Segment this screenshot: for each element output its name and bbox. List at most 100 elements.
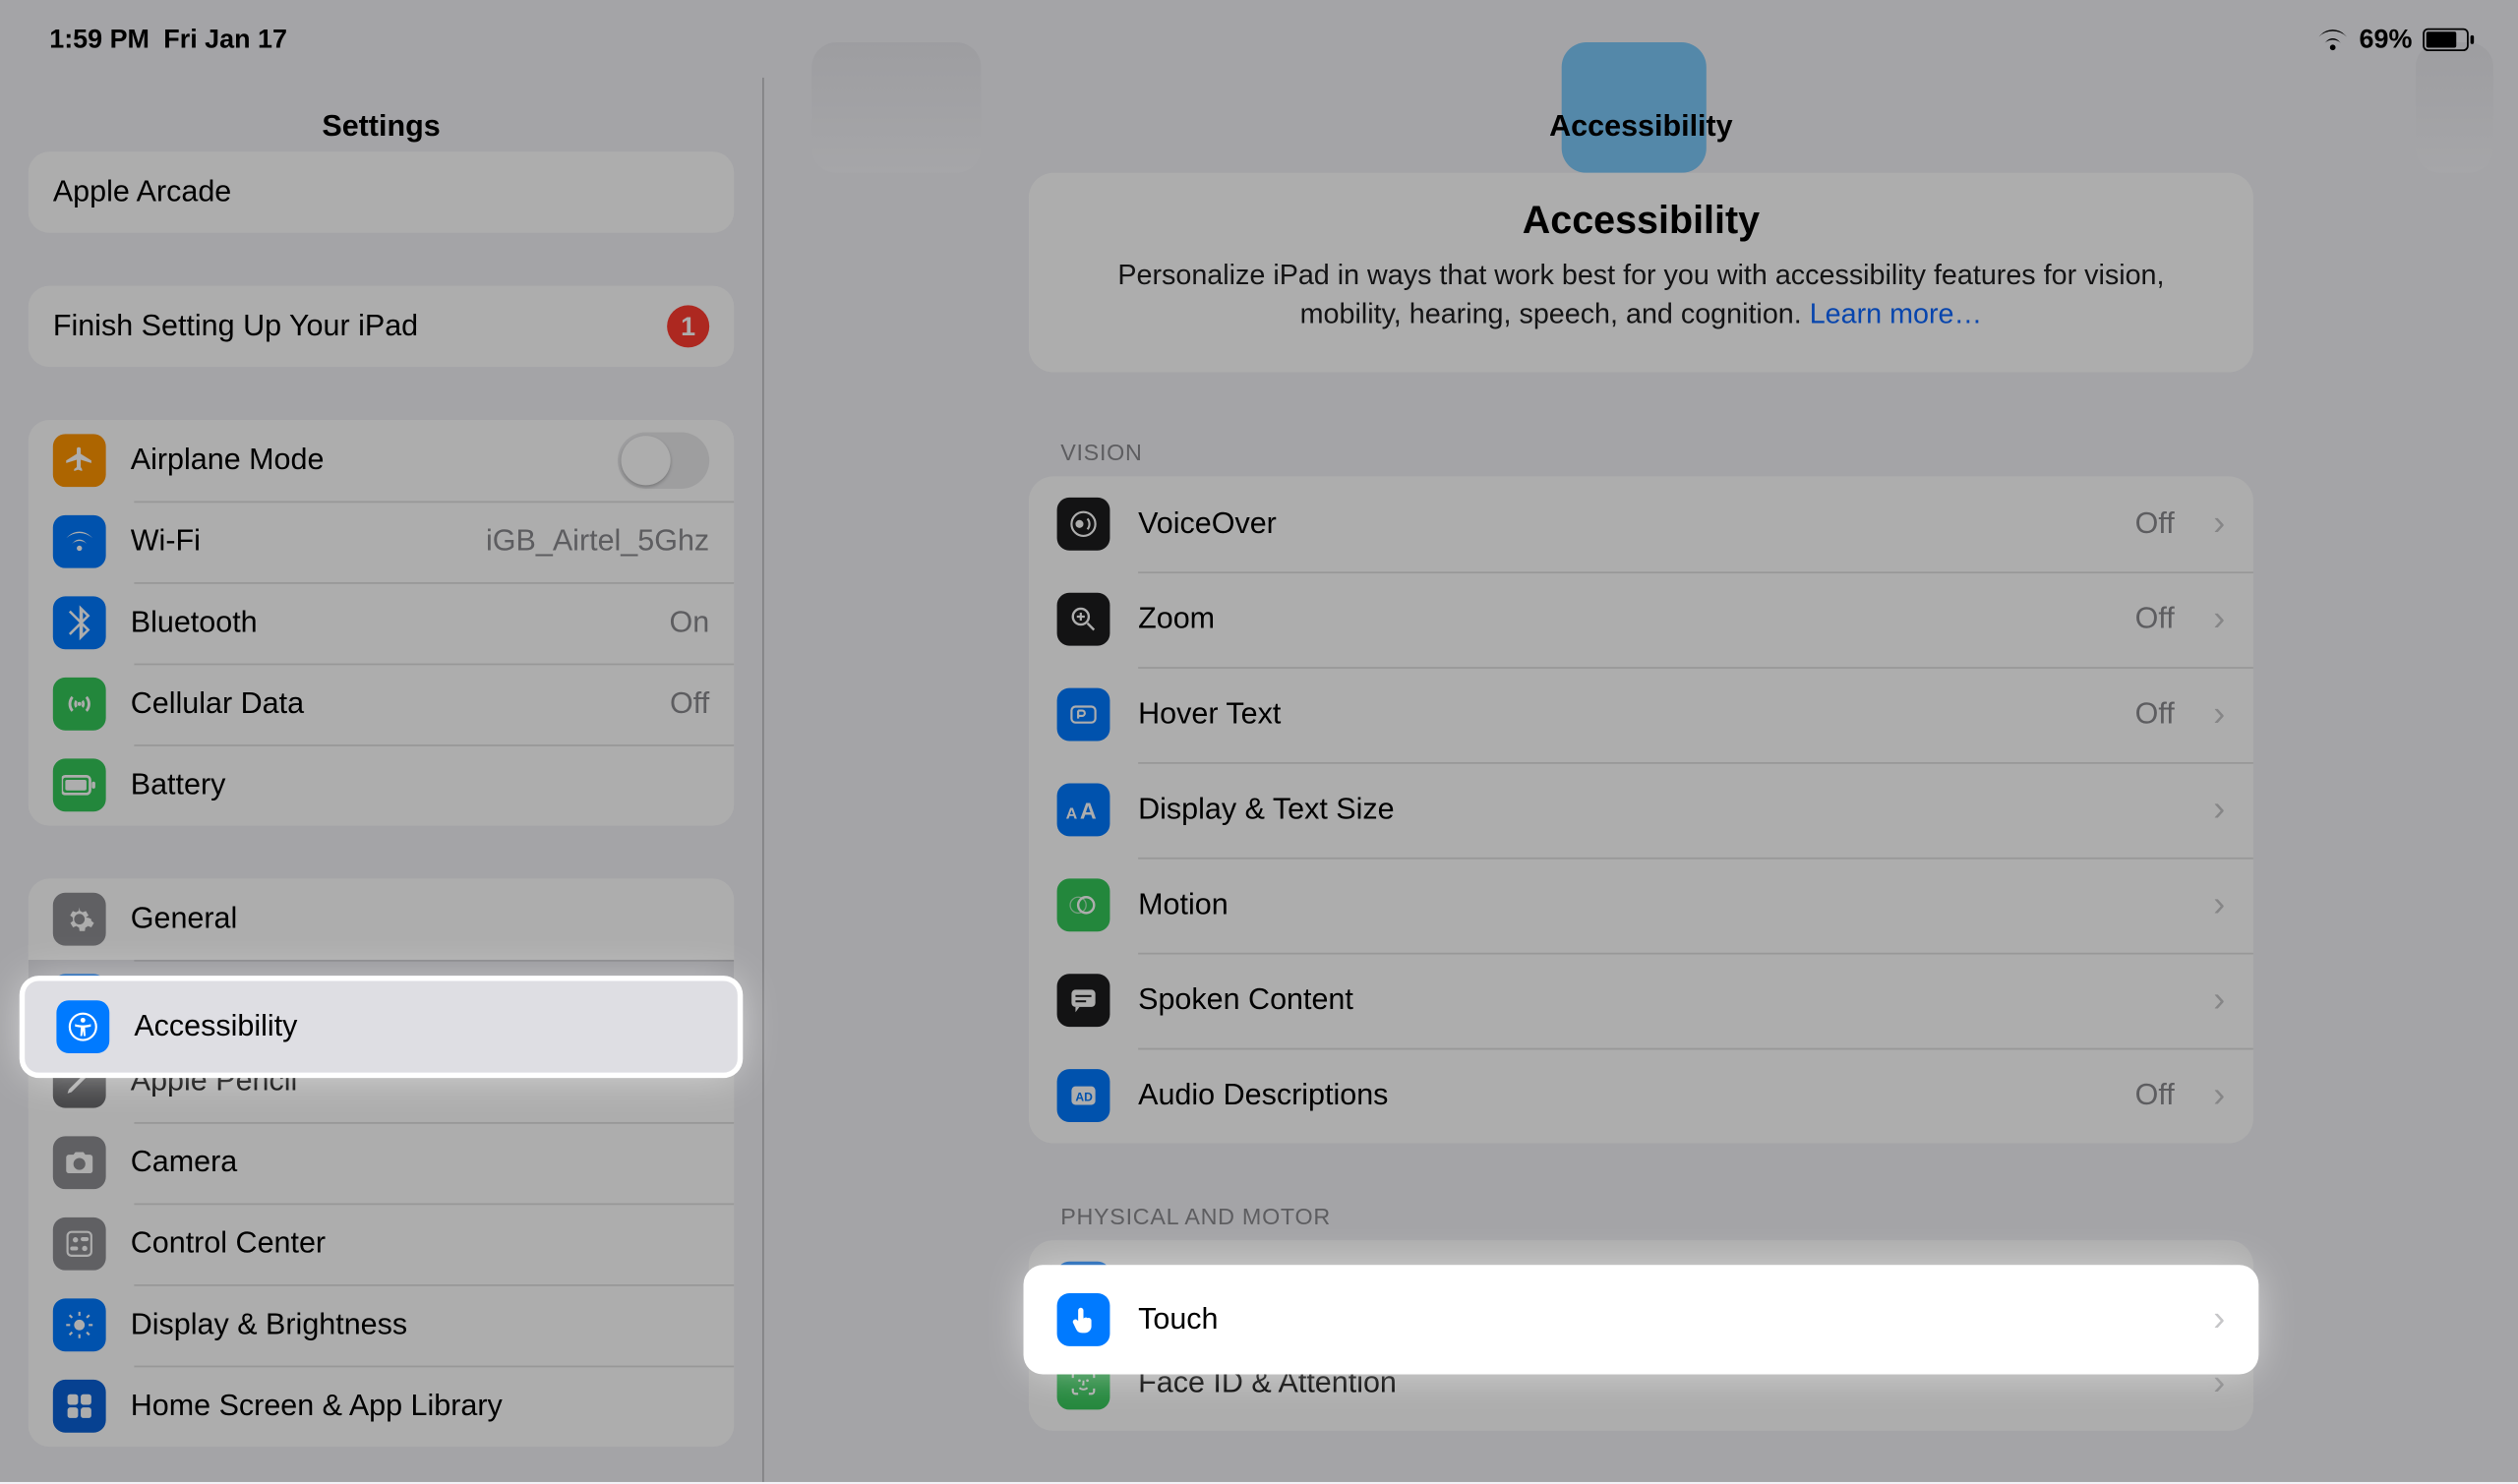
sidebar-item-cellular[interactable]: Cellular Data Off xyxy=(29,664,735,745)
chevron-right-icon: › xyxy=(2213,1078,2225,1113)
spoken-content-icon xyxy=(1057,975,1110,1028)
chevron-right-icon: › xyxy=(2213,1366,2225,1401)
row-label: Spoken Content xyxy=(1138,983,2185,1019)
row-label: Audio Descriptions xyxy=(1138,1078,2107,1113)
sidebar-item-display-brightness[interactable]: Display & Brightness xyxy=(29,1284,735,1366)
accessibility-icon xyxy=(56,1000,109,1053)
intro-text: Personalize iPad in ways that work best … xyxy=(1071,258,2211,333)
row-label: VoiceOver xyxy=(1138,506,2107,542)
sidebar-title: Settings xyxy=(0,109,762,145)
camera-icon xyxy=(53,1136,106,1189)
sidebar-item-label: Display & Brightness xyxy=(131,1307,407,1342)
zoom-icon xyxy=(1057,593,1110,646)
voiceover-icon xyxy=(1057,498,1110,551)
sidebar-item-finish-setup[interactable]: Finish Setting Up Your iPad 1 xyxy=(29,286,735,368)
chevron-right-icon: › xyxy=(2213,506,2225,542)
row-display-text-size[interactable]: AA Display & Text Size › xyxy=(1029,762,2253,858)
control-center-icon xyxy=(53,1217,106,1271)
audio-descriptions-icon: AD xyxy=(1057,1070,1110,1123)
sidebar-item-label: Battery xyxy=(131,767,226,802)
sidebar-item-home-screen[interactable]: Home Screen & App Library xyxy=(29,1366,735,1448)
sidebar-item-label: Home Screen & App Library xyxy=(131,1389,503,1424)
wifi-icon xyxy=(2316,28,2348,50)
sidebar-item-camera[interactable]: Camera xyxy=(29,1122,735,1204)
chevron-right-icon: › xyxy=(2213,1302,2225,1337)
chevron-right-icon: › xyxy=(2213,793,2225,828)
sidebar-item-label: Accessibility xyxy=(134,1009,297,1044)
wifi-icon xyxy=(53,515,106,568)
airplane-toggle[interactable] xyxy=(618,433,709,489)
sidebar-item-label: Camera xyxy=(131,1145,237,1180)
airplane-icon xyxy=(53,434,106,487)
battery-percent: 69% xyxy=(2360,24,2413,53)
highlight-touch: Touch › xyxy=(1029,1271,2253,1369)
row-voiceover[interactable]: VoiceOver Off › xyxy=(1029,477,2253,572)
sidebar-item-label: General xyxy=(131,902,238,937)
hover-text-icon xyxy=(1057,688,1110,742)
row-label: Zoom xyxy=(1138,602,2107,637)
detail-pane: Accessibility Accessibility Personalize … xyxy=(764,0,2518,1482)
sidebar-item-general[interactable]: General xyxy=(29,878,735,960)
sidebar-item-label: Bluetooth xyxy=(131,605,258,640)
row-zoom[interactable]: Zoom Off › xyxy=(1029,572,2253,668)
text-size-icon: AA xyxy=(1057,784,1110,837)
svg-text:AD: AD xyxy=(1075,1091,1093,1104)
sidebar-item-label: Wi-Fi xyxy=(131,524,201,560)
row-hover-text[interactable]: Hover Text Off › xyxy=(1029,667,2253,762)
highlight-accessibility: Accessibility xyxy=(25,980,738,1072)
brightness-icon xyxy=(53,1298,106,1351)
section-header-physical: PHYSICAL AND MOTOR xyxy=(1060,1204,2253,1230)
sidebar-item-value: On xyxy=(669,605,709,640)
sidebar-item-label: Finish Setting Up Your iPad xyxy=(53,309,418,344)
row-motion[interactable]: Motion › xyxy=(1029,858,2253,953)
learn-more-link[interactable]: Learn more… xyxy=(1810,299,1983,328)
gear-icon xyxy=(53,893,106,946)
row-value: Off xyxy=(2135,602,2175,637)
sidebar-item-bluetooth[interactable]: Bluetooth On xyxy=(29,582,735,664)
battery-icon xyxy=(53,758,106,811)
status-time: 1:59 PM xyxy=(49,24,150,53)
svg-text:A: A xyxy=(1080,799,1097,823)
status-date: Fri Jan 17 xyxy=(163,24,287,53)
row-label: Touch xyxy=(1138,1302,2185,1337)
sidebar-item-control-center[interactable]: Control Center xyxy=(29,1204,735,1285)
badge-count: 1 xyxy=(667,305,709,347)
sidebar-item-label: Airplane Mode xyxy=(131,443,325,478)
home-screen-icon xyxy=(53,1380,106,1433)
battery-icon xyxy=(2423,28,2469,50)
detail-nav-title: Accessibility xyxy=(764,109,2518,145)
chevron-right-icon: › xyxy=(2213,697,2225,733)
row-audio-descriptions[interactable]: AD Audio Descriptions Off › xyxy=(1029,1048,2253,1144)
sidebar-item-airplane-mode[interactable]: Airplane Mode xyxy=(29,420,735,502)
sidebar-item-battery[interactable]: Battery xyxy=(29,744,735,826)
chevron-right-icon: › xyxy=(2213,983,2225,1019)
row-label: Display & Text Size xyxy=(1138,793,2185,828)
row-value: Off xyxy=(2135,697,2175,733)
row-spoken-content[interactable]: Spoken Content › xyxy=(1029,953,2253,1048)
sidebar-item-value: Off xyxy=(670,686,709,722)
touch-icon xyxy=(1057,1293,1110,1346)
section-header-vision: VISION xyxy=(1060,440,2253,466)
chevron-right-icon: › xyxy=(2213,888,2225,923)
row-label: Hover Text xyxy=(1138,697,2107,733)
bluetooth-icon xyxy=(53,596,106,649)
status-bar: 1:59 PM Fri Jan 17 69% xyxy=(0,0,2518,78)
intro-text-body: Personalize iPad in ways that work best … xyxy=(1117,262,2164,329)
row-value: Off xyxy=(2135,506,2175,542)
sidebar-item-label: Control Center xyxy=(131,1226,326,1262)
sidebar-item-apple-arcade[interactable]: Apple Arcade xyxy=(29,151,735,233)
sidebar-item-value: iGB_Airtel_5Ghz xyxy=(486,524,709,560)
motion-icon xyxy=(1057,879,1110,932)
sidebar-item-wifi[interactable]: Wi-Fi iGB_Airtel_5Ghz xyxy=(29,501,735,582)
row-label: Motion xyxy=(1138,888,2185,923)
intro-title: Accessibility xyxy=(1071,198,2211,244)
chevron-right-icon: › xyxy=(2213,602,2225,637)
svg-text:A: A xyxy=(1066,805,1078,823)
row-value: Off xyxy=(2135,1078,2175,1113)
sidebar-item-label: Apple Arcade xyxy=(53,175,231,210)
sidebar-item-label: Cellular Data xyxy=(131,686,304,722)
intro-card: Accessibility Personalize iPad in ways t… xyxy=(1029,173,2253,373)
vision-list: VoiceOver Off › Zoom Off › Hover Text Of… xyxy=(1029,477,2253,1144)
cellular-icon xyxy=(53,678,106,731)
row-label: Face ID & Attention xyxy=(1138,1366,2185,1401)
